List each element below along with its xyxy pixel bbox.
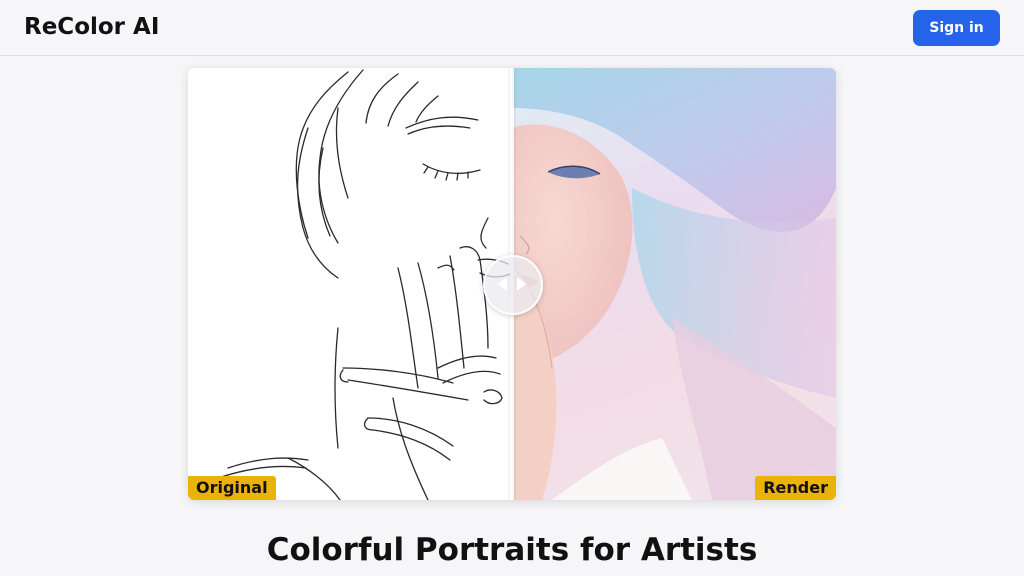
arrow-left-icon — [498, 277, 507, 291]
rendered-color-image — [512, 68, 836, 500]
original-label: Original — [188, 476, 276, 500]
sign-in-button[interactable]: Sign in — [913, 10, 1000, 46]
slider-handle[interactable] — [483, 255, 543, 315]
render-label: Render — [755, 476, 836, 500]
arrow-right-icon — [517, 277, 526, 291]
brand-logo-text[interactable]: ReColor AI — [24, 12, 159, 42]
before-after-comparison[interactable]: Original Render — [188, 68, 836, 500]
original-sketch-image — [188, 68, 512, 500]
hero-title: Colorful Portraits for Artists — [266, 532, 758, 568]
top-header: ReColor AI Sign in — [0, 0, 1024, 56]
